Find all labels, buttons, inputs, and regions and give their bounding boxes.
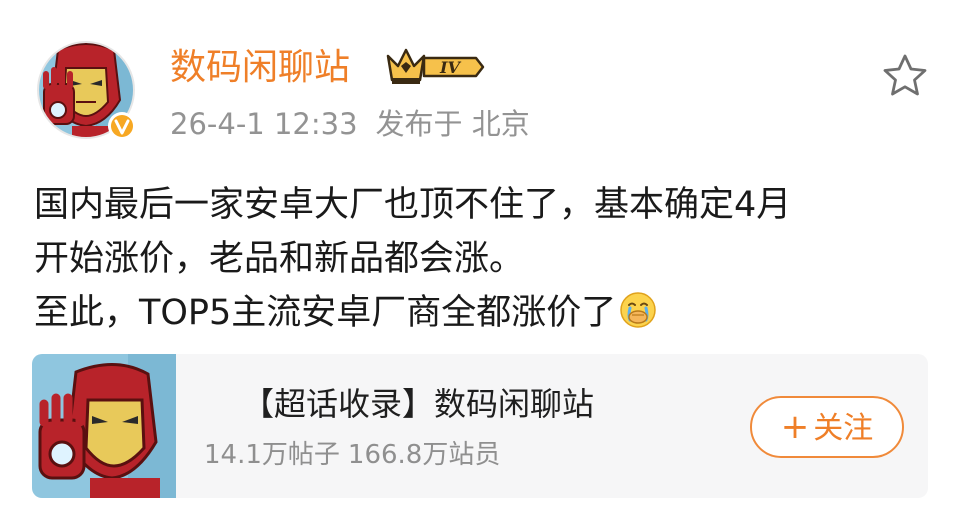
follow-button[interactable]: + 关注 [750,396,904,458]
post-text: 国内最后一家安卓大厂也顶不住了，基本确定4月 开始涨价，老品和新品都会涨。 至此… [34,178,934,340]
post-line-3: 至此，TOP5主流安卓厂商全都涨价了 [34,286,934,340]
verified-badge-icon [108,112,136,140]
post-meta: 26-4-1 12:33 发布于 北京 [170,104,530,144]
follow-label: 关注 [813,411,874,446]
super-topic-thumbnail [32,354,176,498]
post-line-2: 开始涨价，老品和新品都会涨。 [34,239,525,279]
super-topic-post-count: 14.1万帖子 [204,440,340,470]
post-line-3-text: 至此，TOP5主流安卓厂商全都涨价了 [34,293,617,333]
super-topic-title: 【超话收录】数码闲聊站 [242,385,595,423]
star-outline-icon[interactable] [880,52,930,98]
level-text: IV [439,58,461,77]
post-line-1: 国内最后一家安卓大厂也顶不住了，基本确定4月 [34,185,792,225]
level-badge[interactable]: IV [384,44,486,90]
post-location: 发布于 北京 [375,107,530,141]
crying-face-emoji-icon [620,292,657,328]
author-name[interactable]: 数码闲聊站 [170,46,350,90]
super-topic-stats: 14.1万帖子 166.8万站员 [204,436,500,474]
super-topic-member-count: 166.8万站员 [347,440,501,470]
plus-icon: + [780,407,810,447]
author-avatar[interactable] [36,40,136,140]
post-time: 26-4-1 12:33 [170,107,358,141]
crown-icon [386,48,426,84]
super-topic-card[interactable]: 【超话收录】数码闲聊站 14.1万帖子 166.8万站员 + 关注 [32,354,928,498]
